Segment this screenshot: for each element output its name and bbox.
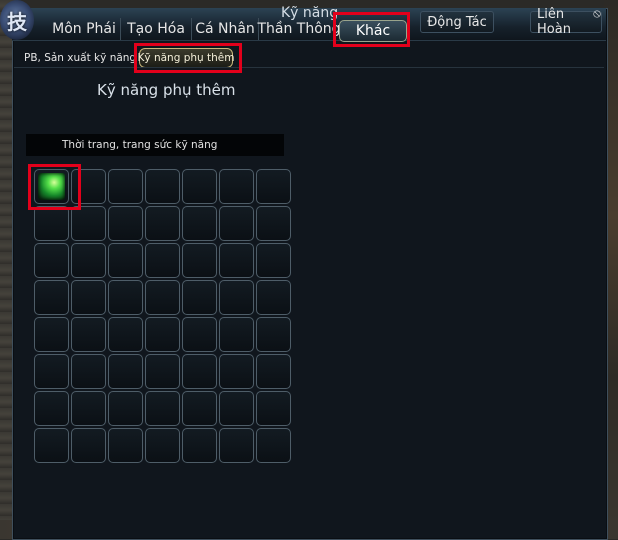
skill-slot[interactable] bbox=[182, 206, 217, 241]
skill-slot[interactable] bbox=[182, 317, 217, 352]
skill-slot[interactable] bbox=[256, 354, 291, 389]
skill-slot[interactable] bbox=[219, 243, 254, 278]
skill-slot[interactable] bbox=[108, 428, 143, 463]
skill-slot[interactable] bbox=[256, 169, 291, 204]
skill-slot[interactable] bbox=[108, 317, 143, 352]
skill-grid bbox=[34, 169, 291, 463]
skill-slot[interactable] bbox=[71, 317, 106, 352]
skill-slot[interactable] bbox=[71, 428, 106, 463]
skill-slot[interactable] bbox=[145, 391, 180, 426]
skill-slot[interactable] bbox=[182, 169, 217, 204]
skill-slot[interactable] bbox=[145, 243, 180, 278]
skill-slot[interactable] bbox=[219, 317, 254, 352]
skill-slot[interactable] bbox=[219, 428, 254, 463]
skill-slot[interactable] bbox=[34, 317, 69, 352]
tab-ca-nhan[interactable]: Cá Nhân bbox=[192, 18, 259, 40]
skill-slot[interactable] bbox=[182, 243, 217, 278]
skill-slot[interactable] bbox=[71, 280, 106, 315]
skill-slot[interactable] bbox=[219, 206, 254, 241]
skill-slot[interactable] bbox=[182, 391, 217, 426]
green-jade-skill-icon[interactable] bbox=[38, 173, 65, 200]
tab-than-thong[interactable]: Thần Thông bbox=[257, 18, 340, 40]
skill-slot[interactable] bbox=[71, 243, 106, 278]
skill-slot[interactable] bbox=[34, 169, 69, 204]
tab-tao-hoa[interactable]: Tạo Hóa bbox=[121, 18, 192, 40]
skill-slot[interactable] bbox=[256, 243, 291, 278]
skill-slot[interactable] bbox=[256, 317, 291, 352]
tab-khac[interactable]: Khác bbox=[339, 20, 407, 42]
skill-slot[interactable] bbox=[145, 280, 180, 315]
skill-slot[interactable] bbox=[145, 354, 180, 389]
skill-slot[interactable] bbox=[71, 391, 106, 426]
group-header: Thời trang, trang sức kỹ năng bbox=[26, 134, 284, 156]
skill-slot[interactable] bbox=[256, 428, 291, 463]
skill-slot[interactable] bbox=[34, 243, 69, 278]
skill-slot[interactable] bbox=[145, 428, 180, 463]
subtab-ky-nang-phu-them[interactable]: Kỹ năng phụ thêm bbox=[138, 48, 234, 68]
skill-slot[interactable] bbox=[108, 206, 143, 241]
skill-slot[interactable] bbox=[108, 169, 143, 204]
skill-slot[interactable] bbox=[256, 280, 291, 315]
skill-slot[interactable] bbox=[34, 428, 69, 463]
skill-slot[interactable] bbox=[145, 206, 180, 241]
skill-slot[interactable] bbox=[108, 243, 143, 278]
skill-slot[interactable] bbox=[182, 428, 217, 463]
dong-tac-button[interactable]: Động Tác bbox=[420, 11, 494, 33]
section-title: Kỹ năng phụ thêm bbox=[97, 81, 236, 99]
skill-slot[interactable] bbox=[34, 391, 69, 426]
skill-slot[interactable] bbox=[71, 354, 106, 389]
skill-slot[interactable] bbox=[182, 354, 217, 389]
skill-slot[interactable] bbox=[34, 280, 69, 315]
skill-slot[interactable] bbox=[219, 280, 254, 315]
close-icon[interactable]: ⦸ bbox=[591, 7, 603, 19]
skill-slot[interactable] bbox=[34, 206, 69, 241]
skill-slot[interactable] bbox=[108, 354, 143, 389]
subtab-divider bbox=[14, 67, 604, 68]
skill-slot[interactable] bbox=[256, 206, 291, 241]
skill-slot[interactable] bbox=[219, 169, 254, 204]
skill-slot[interactable] bbox=[182, 280, 217, 315]
skill-slot[interactable] bbox=[71, 169, 106, 204]
tab-mon-phai[interactable]: Môn Phái bbox=[48, 18, 121, 40]
skill-emblem-icon: 技 bbox=[0, 0, 34, 40]
skill-slot[interactable] bbox=[219, 391, 254, 426]
skill-slot[interactable] bbox=[108, 280, 143, 315]
skill-slot[interactable] bbox=[256, 391, 291, 426]
skill-slot[interactable] bbox=[108, 391, 143, 426]
subtab-pb-san-xuat[interactable]: PB, Sản xuất kỹ năng bbox=[24, 49, 136, 67]
skill-slot[interactable] bbox=[145, 169, 180, 204]
skill-slot[interactable] bbox=[145, 317, 180, 352]
skill-slot[interactable] bbox=[219, 354, 254, 389]
skill-slot[interactable] bbox=[34, 354, 69, 389]
skill-slot[interactable] bbox=[71, 206, 106, 241]
